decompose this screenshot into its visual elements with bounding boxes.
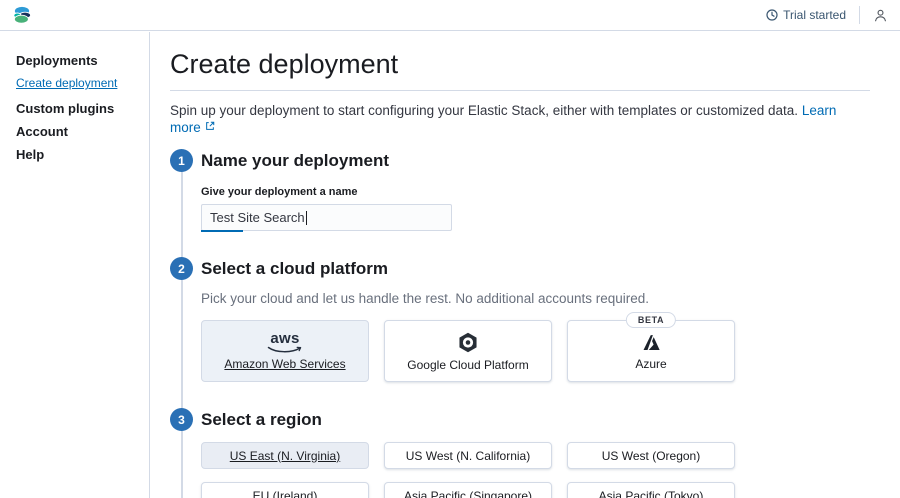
- platform-cards: aws Amazon Web Services: [201, 320, 870, 382]
- step-name-deployment: 1 Name your deployment Give your deploym…: [170, 149, 870, 231]
- azure-beta-badge: BETA: [626, 312, 676, 328]
- deployment-name-input[interactable]: Test Site Search: [201, 204, 452, 231]
- title-divider: [170, 90, 870, 91]
- top-bar: Trial started: [0, 0, 900, 31]
- step-2-number: 2: [170, 257, 193, 280]
- sidebar-item-custom-plugins[interactable]: Custom plugins: [16, 102, 133, 115]
- trial-started-link[interactable]: Trial started: [766, 8, 846, 22]
- step-3-title: Select a region: [201, 411, 870, 429]
- sidebar-item-deployments[interactable]: Deployments: [16, 54, 133, 67]
- azure-icon: [640, 332, 663, 354]
- region-button-eu-ireland[interactable]: EU (Ireland): [201, 482, 369, 498]
- platform-label-azure: Azure: [635, 358, 666, 371]
- step-2-description: Pick your cloud and let us handle the re…: [201, 291, 870, 307]
- elastic-logo[interactable]: [12, 4, 34, 26]
- sidebar-item-create-deployment[interactable]: Create deployment: [16, 77, 133, 90]
- step-1-number: 1: [170, 149, 193, 172]
- aws-logo-text: aws: [270, 332, 299, 346]
- external-link-icon: [205, 121, 215, 131]
- step-2-title: Select a cloud platform: [201, 260, 870, 278]
- deployment-name-label: Give your deployment a name: [201, 186, 870, 198]
- step-1-title: Name your deployment: [201, 152, 870, 170]
- intro-text: Spin up your deployment to start configu…: [170, 102, 870, 136]
- region-button-us-west-california[interactable]: US West (N. California): [384, 442, 552, 469]
- aws-logo: aws: [266, 332, 304, 354]
- region-label: US West (Oregon): [602, 449, 700, 463]
- sidebar-nav: Deployments Create deployment Custom plu…: [0, 32, 150, 498]
- region-button-ap-singapore[interactable]: Asia Pacific (Singapore): [384, 482, 552, 498]
- region-label: US East (N. Virginia): [230, 449, 340, 463]
- platform-card-aws[interactable]: aws Amazon Web Services: [201, 320, 369, 382]
- region-button-us-west-oregon[interactable]: US West (Oregon): [567, 442, 735, 469]
- platform-label-aws: Amazon Web Services: [224, 358, 345, 371]
- aws-smile-icon: [266, 346, 304, 354]
- region-label: US West (N. California): [406, 449, 530, 463]
- sidebar-item-account[interactable]: Account: [16, 125, 133, 138]
- page-title: Create deployment: [170, 49, 870, 80]
- platform-card-gcp[interactable]: Google Cloud Platform: [384, 320, 552, 382]
- region-grid: US East (N. Virginia) US West (N. Califo…: [201, 442, 870, 498]
- trial-started-label: Trial started: [783, 8, 846, 22]
- sidebar-item-help[interactable]: Help: [16, 148, 133, 161]
- platform-label-gcp: Google Cloud Platform: [407, 359, 528, 372]
- step-cloud-platform: 2 Select a cloud platform Pick your clou…: [170, 257, 870, 382]
- platform-card-azure[interactable]: BETA Azure: [567, 320, 735, 382]
- main-content: Create deployment Spin up your deploymen…: [151, 32, 900, 498]
- gcp-icon: [455, 330, 481, 355]
- region-label: Asia Pacific (Tokyo): [599, 489, 704, 498]
- text-cursor: [306, 211, 307, 225]
- deployment-steps: 1 Name your deployment Give your deploym…: [170, 149, 870, 498]
- user-icon[interactable]: [873, 8, 888, 23]
- region-button-us-east[interactable]: US East (N. Virginia): [201, 442, 369, 469]
- deployment-name-value: Test Site Search: [210, 210, 305, 225]
- step-3-number: 3: [170, 408, 193, 431]
- input-focus-line: [201, 230, 243, 232]
- step-region: 3 Select a region US East (N. Virginia) …: [170, 408, 870, 498]
- topbar-divider: [859, 6, 860, 24]
- region-label: EU (Ireland): [253, 489, 318, 498]
- clock-icon: [766, 9, 778, 21]
- region-label: Asia Pacific (Singapore): [404, 489, 532, 498]
- region-button-ap-tokyo[interactable]: Asia Pacific (Tokyo): [567, 482, 735, 498]
- intro-copy: Spin up your deployment to start configu…: [170, 103, 798, 118]
